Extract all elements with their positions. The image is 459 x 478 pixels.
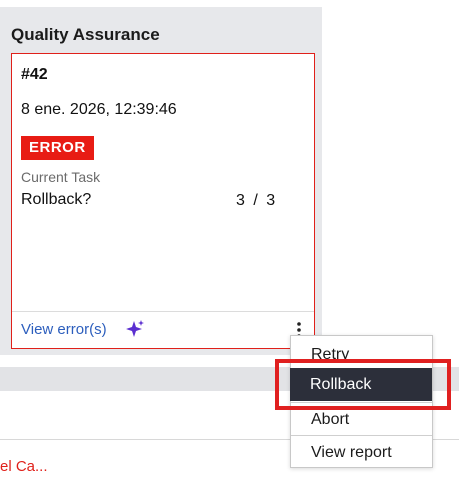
view-errors-link[interactable]: View error(s) xyxy=(21,321,107,338)
stage-lane-quality-assurance: Quality Assurance #42 8 ene. 2026, 12:39… xyxy=(0,7,322,355)
step-counter: 3 / 3 xyxy=(236,192,276,209)
menu-item-view-report[interactable]: View report xyxy=(291,435,432,468)
case-id: #42 xyxy=(21,66,48,83)
error-status-badge: ERROR xyxy=(21,136,94,160)
menu-item-retry[interactable]: Retry xyxy=(291,336,432,368)
sparkle-icon[interactable] xyxy=(125,319,145,339)
case-card[interactable]: #42 8 ene. 2026, 12:39:46 ERROR Current … xyxy=(11,53,315,349)
current-task-name: Rollback? xyxy=(21,191,92,208)
lane-title: Quality Assurance xyxy=(11,25,160,44)
workflow-stage: Quality Assurance #42 8 ene. 2026, 12:39… xyxy=(0,0,459,478)
case-timestamp: 8 ene. 2026, 12:39:46 xyxy=(21,101,177,118)
menu-item-abort[interactable]: Abort xyxy=(291,402,432,435)
current-task-label: Current Task xyxy=(21,169,101,185)
actions-dropdown-menu: Retry Rollback Abort View report xyxy=(290,335,433,468)
menu-item-rollback[interactable]: Rollback xyxy=(290,368,432,401)
truncated-case-link[interactable]: el Ca... xyxy=(0,458,48,475)
card-footer: View error(s) xyxy=(12,311,314,348)
